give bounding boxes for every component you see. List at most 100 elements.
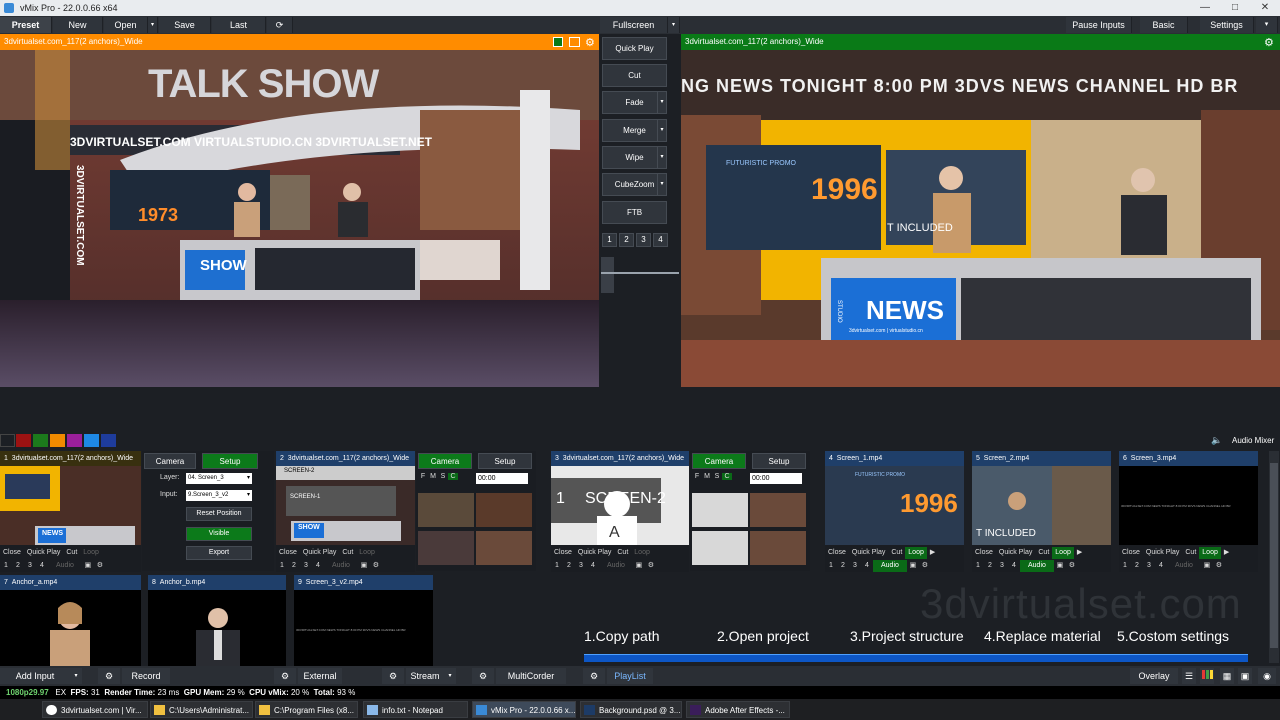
input-1-loop[interactable]: Loop — [80, 547, 102, 559]
input-2-thumb[interactable]: SCREEN-2 SCREEN-1 SHOW — [276, 466, 415, 545]
transition-num-4[interactable]: 4 — [653, 233, 668, 247]
input-9-thumb[interactable]: 3DVIRTUALSET.COM NEWS TONIGHT 8:00 PM 3D… — [294, 590, 433, 666]
cam-thumb-3c[interactable] — [692, 531, 748, 565]
input-4-num-2[interactable]: 2 — [837, 560, 849, 572]
input-1-close[interactable]: Close — [0, 547, 24, 559]
fullscreen-dropdown-icon[interactable]: ▾ — [668, 17, 680, 33]
speaker-icon[interactable]: 🔈 — [1211, 435, 1222, 446]
color-swatch-green[interactable] — [33, 434, 48, 447]
input-6-num-1[interactable]: 1 — [1119, 560, 1131, 572]
t-bar-handle[interactable] — [601, 257, 614, 293]
input-1-quick-play[interactable]: Quick Play — [24, 547, 63, 559]
input-9[interactable]: 9 Screen_3_v2.mp4 3DVIRTUALSET.COM NEWS … — [294, 575, 433, 666]
inputs-scrollbar-thumb[interactable] — [1270, 463, 1278, 648]
fullscreen-button[interactable]: Fullscreen — [600, 17, 668, 33]
input-dropdown-icon[interactable]: ▾ — [247, 490, 250, 501]
external-gear-icon[interactable]: ⚙ — [274, 668, 296, 684]
input-5-num-1[interactable]: 1 — [972, 560, 984, 572]
input-6-loop[interactable]: Loop — [1199, 547, 1221, 559]
settings-button[interactable]: Settings — [1200, 17, 1254, 33]
input-1-num-2[interactable]: 2 — [12, 560, 24, 572]
input-1-audio[interactable]: Audio — [48, 560, 82, 572]
input-2-audio[interactable]: Audio — [324, 560, 358, 572]
input-5-loop[interactable]: Loop — [1052, 547, 1074, 559]
input-3-loop[interactable]: Loop — [631, 547, 653, 559]
input-3-cut[interactable]: Cut — [614, 547, 631, 559]
input-4-close[interactable]: Close — [825, 547, 849, 559]
taskbar-item-browser[interactable]: 3dvirtualset.com | Vir... — [42, 701, 148, 718]
input-2-num-3[interactable]: 3 — [300, 560, 312, 572]
input-6-num-3[interactable]: 3 — [1143, 560, 1155, 572]
input-4-play-icon[interactable]: ▶ — [927, 547, 938, 559]
input-5-quick-play[interactable]: Quick Play — [996, 547, 1035, 559]
camera-button-3[interactable]: Camera — [692, 453, 746, 469]
visible-button[interactable]: Visible — [186, 527, 252, 541]
input-4-num-3[interactable]: 3 — [849, 560, 861, 572]
merge-button[interactable]: Merge ▾ — [602, 119, 667, 142]
cam-thumb-2d[interactable] — [476, 531, 532, 565]
fade-button[interactable]: Fade ▾ — [602, 91, 667, 114]
stream-dropdown-icon[interactable]: ▾ — [444, 668, 456, 684]
transition-num-1[interactable]: 1 — [602, 233, 617, 247]
input-4-num-4[interactable]: 4 — [861, 560, 873, 572]
input-6-quick-play[interactable]: Quick Play — [1143, 547, 1182, 559]
input-1-gear-icon[interactable]: ⚙ — [94, 560, 106, 572]
cam-thumb-2c[interactable] — [418, 531, 474, 565]
input-2-close[interactable]: Close — [276, 547, 300, 559]
taskbar-item-aftereffects[interactable]: Adobe After Effects -... — [686, 701, 790, 718]
close-icon[interactable]: ✕ — [1250, 0, 1280, 16]
inputs-scrollbar[interactable] — [1269, 451, 1279, 663]
preview-list-icon[interactable] — [569, 37, 580, 47]
wipe-dropdown-icon[interactable]: ▾ — [657, 147, 666, 168]
camera-button-2[interactable]: Camera — [418, 453, 472, 469]
list-view-icon[interactable]: ☰ — [1182, 668, 1196, 684]
input-3-quick-play[interactable]: Quick Play — [575, 547, 614, 559]
last-button[interactable]: Last — [212, 17, 266, 33]
playlist-gear-icon[interactable]: ⚙ — [583, 668, 605, 684]
c-button-3[interactable]: C — [722, 473, 732, 480]
settings-dropdown-icon[interactable]: ▾ — [1256, 17, 1278, 33]
f-button-2[interactable]: F — [418, 473, 428, 480]
save-button[interactable]: Save — [159, 17, 211, 33]
record-button[interactable]: Record — [122, 668, 170, 684]
quick-play-button[interactable]: Quick Play — [602, 37, 667, 60]
input-6-close[interactable]: Close — [1119, 547, 1143, 559]
s-button-3[interactable]: S — [712, 473, 722, 480]
color-swatch-darkblue[interactable] — [101, 434, 116, 447]
input-8-thumb[interactable] — [148, 590, 286, 666]
input-1-num-4[interactable]: 4 — [36, 560, 48, 572]
color-swatch-blue[interactable] — [84, 434, 99, 447]
audio-meter-icon[interactable] — [1200, 668, 1214, 684]
window-icon[interactable]: ▣ — [1238, 668, 1252, 684]
transition-num-3[interactable]: 3 — [636, 233, 651, 247]
input-2-num-4[interactable]: 4 — [312, 560, 324, 572]
input-3-num-2[interactable]: 2 — [563, 560, 575, 572]
input-6-audio[interactable]: Audio — [1167, 560, 1201, 572]
m-button-3[interactable]: M — [702, 473, 712, 480]
setup-button-1[interactable]: Setup — [202, 453, 258, 469]
color-swatch-orange[interactable] — [50, 434, 65, 447]
basic-button[interactable]: Basic — [1140, 17, 1188, 33]
preview-gear-icon[interactable]: ⚙ — [585, 35, 595, 51]
input-5-play-icon[interactable]: ▶ — [1074, 547, 1085, 559]
cam-thumb-3b[interactable] — [750, 493, 806, 527]
input-6-num-4[interactable]: 4 — [1155, 560, 1167, 572]
camera-icon[interactable]: ◉ — [1258, 668, 1276, 684]
cam-thumb-2a[interactable] — [418, 493, 474, 527]
open-button[interactable]: Open — [104, 17, 148, 33]
preview-video[interactable]: TALK SHOW 3DVIRTUALSET.COM VIRTUALSTUDIO… — [0, 50, 599, 387]
preset-button[interactable]: Preset — [0, 17, 52, 33]
setup-button-3[interactable]: Setup — [752, 453, 806, 469]
grid-view-icon[interactable]: ▦ — [1220, 668, 1234, 684]
input-1-cut[interactable]: Cut — [63, 547, 80, 559]
open-dropdown-icon[interactable]: ▾ — [148, 17, 158, 33]
cam-thumb-3d[interactable] — [750, 531, 806, 565]
input-3-num-3[interactable]: 3 — [575, 560, 587, 572]
time-field-2[interactable]: 00:00 — [476, 473, 528, 484]
preview-green-icon[interactable] — [553, 37, 563, 47]
transition-num-2[interactable]: 2 — [619, 233, 634, 247]
input-6-monitor-icon[interactable]: ▣ — [1201, 560, 1213, 572]
input-4-quick-play[interactable]: Quick Play — [849, 547, 888, 559]
add-input-dropdown-icon[interactable]: ▾ — [70, 668, 82, 684]
input-6-thumb[interactable]: 3DVIRTUALSET.COM NEWS TONIGHT 8:00 PM 3D… — [1119, 466, 1258, 545]
